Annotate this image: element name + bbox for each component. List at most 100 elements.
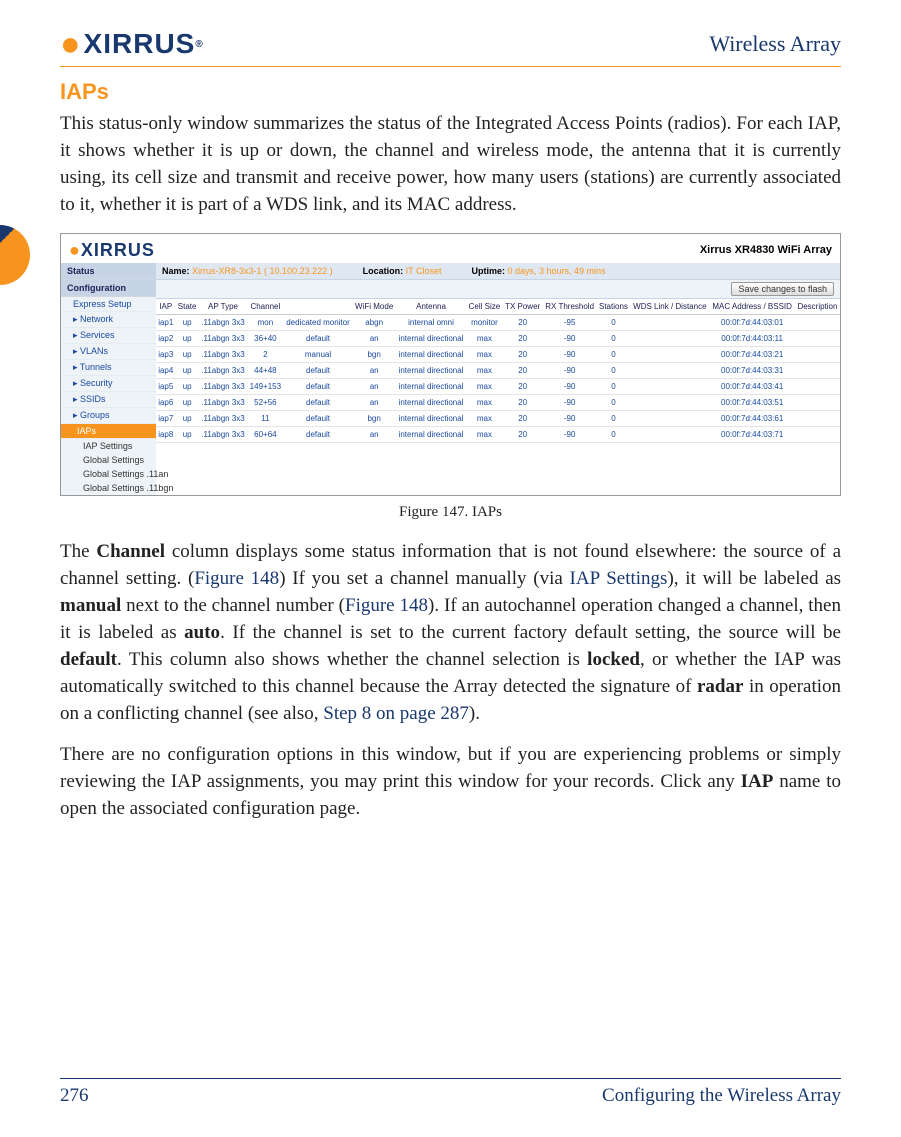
table-header: Description xyxy=(795,299,840,315)
table-cell: .11abgn 3x3 xyxy=(199,394,248,410)
table-cell: 00:0f:7d:44:03:51 xyxy=(709,394,795,410)
table-header: Channel xyxy=(247,299,283,315)
table-cell: 20 xyxy=(503,378,543,394)
table-row[interactable]: iap7up.11abgn 3x311defaultbgninternal di… xyxy=(156,410,840,426)
table-row[interactable]: iap3up.11abgn 3x32manualbgninternal dire… xyxy=(156,346,840,362)
table-cell: mon xyxy=(247,314,283,330)
table-cell: -90 xyxy=(543,394,597,410)
table-cell: iap4 xyxy=(156,362,176,378)
link-figure-148[interactable]: Figure 148 xyxy=(345,595,428,616)
table-cell: an xyxy=(353,378,396,394)
table-cell xyxy=(630,346,709,362)
save-button[interactable]: Save changes to flash xyxy=(731,282,834,296)
table-cell: 2 xyxy=(247,346,283,362)
table-cell: 20 xyxy=(503,330,543,346)
table-cell: manual xyxy=(283,346,352,362)
link-iap-settings[interactable]: IAP Settings xyxy=(570,568,668,589)
table-cell: internal directional xyxy=(396,362,467,378)
table-cell: 0 xyxy=(597,330,631,346)
shot-logo: ●XIRRUS xyxy=(69,240,155,261)
table-cell: 36+40 xyxy=(247,330,283,346)
table-cell: 44+48 xyxy=(247,362,283,378)
table-row[interactable]: iap8up.11abgn 3x360+64defaultaninternal … xyxy=(156,426,840,442)
table-cell: internal directional xyxy=(396,426,467,442)
table-cell: iap3 xyxy=(156,346,176,362)
table-cell: 00:0f:7d:44:03:01 xyxy=(709,314,795,330)
table-cell: 149+153 xyxy=(247,378,283,394)
table-cell: iap8 xyxy=(156,426,176,442)
table-cell: bgn xyxy=(353,346,396,362)
sidebar-item[interactable]: ▸ Security xyxy=(61,376,156,392)
table-cell xyxy=(630,362,709,378)
table-cell: 11 xyxy=(247,410,283,426)
table-cell xyxy=(795,362,840,378)
link-figure-148[interactable]: Figure 148 xyxy=(194,568,279,589)
table-row[interactable]: iap2up.11abgn 3x336+40defaultaninternal … xyxy=(156,330,840,346)
table-cell: 00:0f:7d:44:03:71 xyxy=(709,426,795,442)
table-cell: -90 xyxy=(543,362,597,378)
table-row[interactable]: iap4up.11abgn 3x344+48defaultaninternal … xyxy=(156,362,840,378)
table-cell: default xyxy=(283,378,352,394)
link-step-8[interactable]: Step 8 on page 287 xyxy=(323,703,469,724)
table-cell: 20 xyxy=(503,362,543,378)
sidebar-item[interactable]: ▸ Network xyxy=(61,312,156,328)
table-cell: default xyxy=(283,426,352,442)
sidebar-config-header[interactable]: Configuration xyxy=(61,280,156,297)
shot-sidebar: Status Configuration Express Setup ▸ Net… xyxy=(61,263,156,495)
table-cell: max xyxy=(466,378,502,394)
table-cell: 00:0f:7d:44:03:11 xyxy=(709,330,795,346)
table-cell: 0 xyxy=(597,314,631,330)
sidebar-item-active[interactable]: IAPs xyxy=(61,424,156,439)
sidebar-subitem[interactable]: Global Settings xyxy=(61,453,156,467)
table-cell: bgn xyxy=(353,410,396,426)
sidebar-item[interactable]: ▸ SSIDs xyxy=(61,392,156,408)
table-header: RX Threshold xyxy=(543,299,597,315)
table-cell: 20 xyxy=(503,314,543,330)
table-header: AP Type xyxy=(199,299,248,315)
sidebar-item[interactable]: ▸ Groups xyxy=(61,408,156,424)
sidebar-subitem[interactable]: Global Settings .11bgn xyxy=(61,481,156,495)
sidebar-subitem[interactable]: Global Settings .11an xyxy=(61,467,156,481)
table-cell: .11abgn 3x3 xyxy=(199,378,248,394)
table-cell: -90 xyxy=(543,426,597,442)
table-cell: 00:0f:7d:44:03:21 xyxy=(709,346,795,362)
table-cell: iap5 xyxy=(156,378,176,394)
table-cell: up xyxy=(176,330,199,346)
table-cell: -90 xyxy=(543,410,597,426)
table-cell xyxy=(630,394,709,410)
table-header: WiFi Mode xyxy=(353,299,396,315)
table-header: Cell Size xyxy=(466,299,502,315)
table-row[interactable]: iap6up.11abgn 3x352+56defaultaninternal … xyxy=(156,394,840,410)
channel-paragraph: The Channel column displays some status … xyxy=(60,539,841,728)
table-row[interactable]: iap5up.11abgn 3x3149+153defaultaninterna… xyxy=(156,378,840,394)
table-cell: 0 xyxy=(597,410,631,426)
table-cell: iap1 xyxy=(156,314,176,330)
table-row[interactable]: iap1up.11abgn 3x3mondedicated monitorabg… xyxy=(156,314,840,330)
document-title: Wireless Array xyxy=(709,31,841,57)
table-cell: iap7 xyxy=(156,410,176,426)
table-header: IAP xyxy=(156,299,176,315)
table-cell: dedicated monitor xyxy=(283,314,352,330)
sidebar-status-header[interactable]: Status xyxy=(61,263,156,280)
table-cell: 0 xyxy=(597,394,631,410)
table-cell: max xyxy=(466,330,502,346)
table-cell: default xyxy=(283,394,352,410)
table-cell: max xyxy=(466,362,502,378)
table-header: Stations xyxy=(597,299,631,315)
table-cell: up xyxy=(176,394,199,410)
sidebar-subitem[interactable]: IAP Settings xyxy=(61,439,156,453)
table-cell: max xyxy=(466,346,502,362)
table-cell: 0 xyxy=(597,378,631,394)
sidebar-item[interactable]: Express Setup xyxy=(61,297,156,312)
table-cell xyxy=(630,330,709,346)
sidebar-item[interactable]: ▸ Services xyxy=(61,328,156,344)
sidebar-item[interactable]: ▸ VLANs xyxy=(61,344,156,360)
table-cell: an xyxy=(353,330,396,346)
page-footer: 276 Configuring the Wireless Array xyxy=(60,1078,841,1107)
sidebar-item[interactable]: ▸ Tunnels xyxy=(61,360,156,376)
iap-table: IAPStateAP TypeChannelWiFi ModeAntennaCe… xyxy=(156,299,840,443)
table-cell: 0 xyxy=(597,362,631,378)
table-cell: max xyxy=(466,394,502,410)
section-heading: IAPs xyxy=(60,79,841,105)
table-cell: .11abgn 3x3 xyxy=(199,346,248,362)
